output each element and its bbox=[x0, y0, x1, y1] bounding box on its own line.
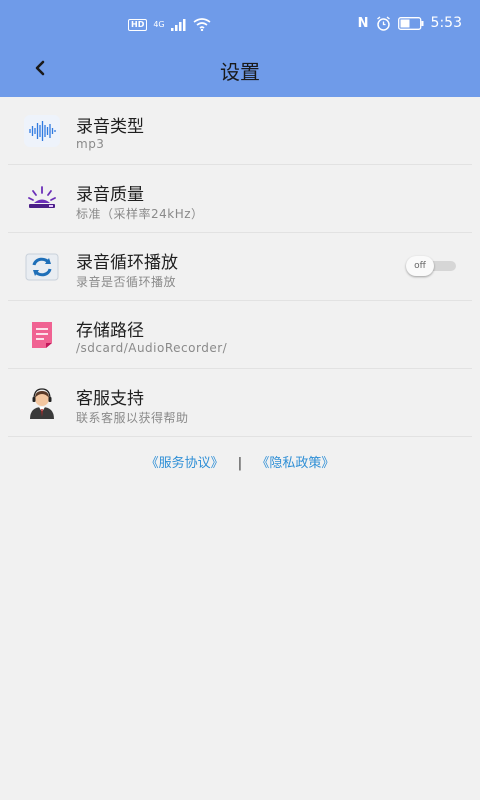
setting-storage-path[interactable]: 存储路径 /sdcard/AudioRecorder/ bbox=[8, 301, 472, 369]
setting-support[interactable]: 客服支持 联系客服以获得帮助 bbox=[8, 369, 472, 437]
support-agent-icon bbox=[30, 388, 54, 419]
signal-icon bbox=[170, 18, 186, 31]
setting-record-loop[interactable]: 录音循环播放 录音是否循环播放 off bbox=[8, 233, 472, 301]
setting-title: 存储路径 bbox=[76, 321, 144, 341]
settings-list: 录音类型 mp3 录音质量 标准（采样率24kHz） 录音循环播放 录音是否循环… bbox=[0, 97, 480, 437]
hd-badge: HD bbox=[128, 18, 148, 31]
setting-subtitle: /sdcard/AudioRecorder/ bbox=[76, 341, 228, 355]
toggle-knob: off bbox=[406, 256, 434, 276]
page-title: 设置 bbox=[220, 60, 260, 84]
app-header: HD 4G N 5:53 设置 bbox=[0, 0, 480, 97]
status-left: HD 4G bbox=[128, 18, 211, 31]
status-time: 5:53 bbox=[430, 15, 462, 31]
alarm-icon bbox=[376, 15, 390, 31]
setting-title: 客服支持 bbox=[76, 389, 144, 409]
setting-title: 录音循环播放 bbox=[76, 253, 178, 273]
setting-subtitle: 联系客服以获得帮助 bbox=[76, 411, 189, 425]
footer-links: 《服务协议》 | 《隐私政策》 bbox=[0, 452, 480, 471]
setting-subtitle: 标准（采样率24kHz） bbox=[76, 207, 204, 221]
nfc-icon: N bbox=[357, 15, 369, 31]
folder-note-icon bbox=[32, 322, 52, 348]
network-type: 4G bbox=[153, 20, 165, 29]
setting-record-type[interactable]: 录音类型 mp3 bbox=[8, 97, 472, 165]
wifi-icon bbox=[193, 18, 211, 31]
battery-icon bbox=[397, 16, 424, 30]
service-agreement-link[interactable]: 《服务协议》 bbox=[146, 456, 224, 471]
setting-title: 录音质量 bbox=[76, 185, 144, 205]
status-right: N 5:53 bbox=[358, 15, 462, 31]
quality-lamp-icon bbox=[28, 186, 56, 208]
setting-record-quality[interactable]: 录音质量 标准（采样率24kHz） bbox=[8, 165, 472, 233]
loop-icon bbox=[25, 253, 59, 281]
status-bar: HD 4G N 5:53 bbox=[0, 12, 480, 40]
setting-subtitle: mp3 bbox=[76, 137, 105, 151]
setting-title: 录音类型 bbox=[76, 117, 144, 137]
setting-subtitle: 录音是否循环播放 bbox=[76, 275, 177, 289]
loop-toggle[interactable]: off bbox=[406, 256, 456, 276]
waveform-icon bbox=[24, 115, 60, 147]
link-separator: | bbox=[237, 456, 243, 471]
privacy-policy-link[interactable]: 《隐私政策》 bbox=[256, 456, 334, 471]
